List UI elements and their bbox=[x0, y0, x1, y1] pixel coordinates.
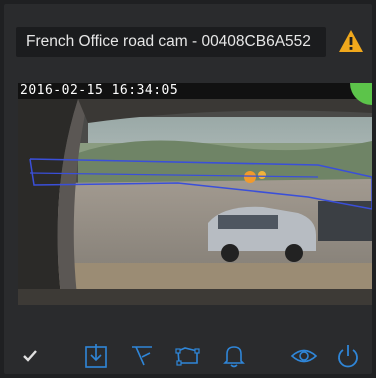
camera-toolbar bbox=[4, 336, 372, 374]
checkmark-icon[interactable] bbox=[16, 342, 44, 370]
camera-title: French Office road cam - 00408CB6A552 bbox=[16, 27, 326, 57]
filter-icon[interactable] bbox=[128, 342, 156, 370]
region-icon[interactable] bbox=[174, 342, 202, 370]
camera-video-feed[interactable]: 2016-02-15 16:34:05 bbox=[18, 83, 372, 305]
power-icon[interactable] bbox=[334, 342, 362, 370]
video-timestamp: 2016-02-15 16:34:05 bbox=[20, 83, 179, 98]
warning-icon[interactable] bbox=[338, 29, 364, 53]
eye-icon[interactable] bbox=[290, 342, 318, 370]
download-icon[interactable] bbox=[82, 342, 110, 370]
camera-scene bbox=[18, 83, 372, 305]
bell-icon[interactable] bbox=[220, 342, 248, 370]
